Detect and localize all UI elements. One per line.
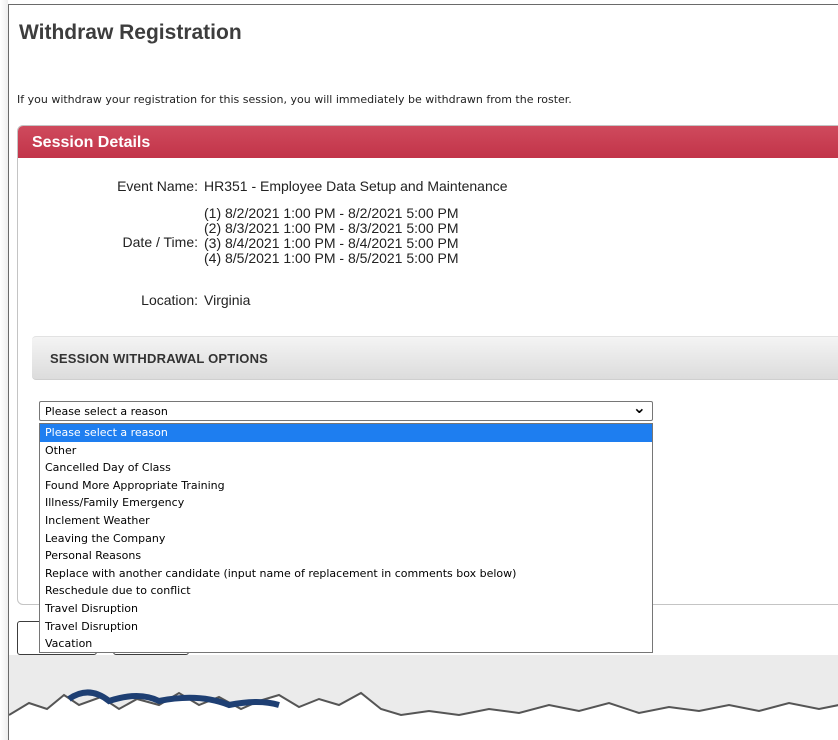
reason-option[interactable]: Travel Disruption — [40, 600, 652, 618]
date-entry: (1) 8/2/2021 1:00 PM - 8/2/2021 5:00 PM — [204, 205, 459, 221]
event-name-row: Event Name: HR351 - Employee Data Setup … — [18, 178, 718, 198]
reason-options-list[interactable]: Please select a reason Other Cancelled D… — [39, 423, 653, 653]
location-label: Location: — [141, 292, 198, 308]
date-entry: (4) 8/5/2021 1:00 PM - 8/5/2021 5:00 PM — [204, 250, 459, 266]
event-name-value: HR351 - Employee Data Setup and Maintena… — [204, 178, 508, 194]
reason-option[interactable]: Found More Appropriate Training — [40, 477, 652, 495]
reason-option[interactable]: Illness/Family Emergency — [40, 494, 652, 512]
location-value: Virginia — [204, 292, 251, 308]
torn-edge — [9, 689, 838, 740]
reason-option[interactable]: Vacation — [40, 635, 652, 653]
date-time-label: Date / Time: — [122, 234, 198, 250]
reason-option[interactable]: Cancelled Day of Class — [40, 459, 652, 477]
withdrawal-options-header[interactable]: SESSION WITHDRAWAL OPTIONS — [32, 336, 838, 380]
date-entry: (2) 8/3/2021 1:00 PM - 8/3/2021 5:00 PM — [204, 220, 459, 236]
reason-option[interactable]: Reschedule due to conflict — [40, 582, 652, 600]
withdraw-window: Withdraw Registration If you withdraw yo… — [8, 4, 838, 740]
reason-option[interactable]: Travel Disruption — [40, 618, 652, 636]
date-time-row: Date / Time: (1) 8/2/2021 1:00 PM - 8/2/… — [18, 206, 718, 278]
reason-select-value: Please select a reason — [45, 405, 168, 418]
intro-text: If you withdraw your registration for th… — [17, 93, 572, 106]
withdrawal-options-title: SESSION WITHDRAWAL OPTIONS — [50, 351, 269, 366]
session-details-header: Session Details — [18, 126, 838, 158]
reason-option[interactable]: Replace with another candidate (input na… — [40, 565, 652, 583]
date-list: (1) 8/2/2021 1:00 PM - 8/2/2021 5:00 PM … — [204, 206, 459, 266]
reason-option[interactable]: Leaving the Company — [40, 530, 652, 548]
reason-option[interactable]: Inclement Weather — [40, 512, 652, 530]
reason-option[interactable]: Other — [40, 442, 652, 460]
window-shadow — [0, 0, 8, 740]
page-title: Withdraw Registration — [19, 21, 242, 44]
reason-select[interactable]: Please select a reason ⌄ — [39, 398, 653, 421]
location-row: Location: Virginia — [18, 292, 718, 312]
reason-option[interactable]: Personal Reasons — [40, 547, 652, 565]
event-name-label: Event Name: — [117, 178, 198, 194]
reason-option[interactable]: Please select a reason — [40, 424, 652, 442]
chevron-down-icon[interactable]: ⌄ — [633, 398, 646, 417]
date-entry: (3) 8/4/2021 1:00 PM - 8/4/2021 5:00 PM — [204, 235, 459, 251]
